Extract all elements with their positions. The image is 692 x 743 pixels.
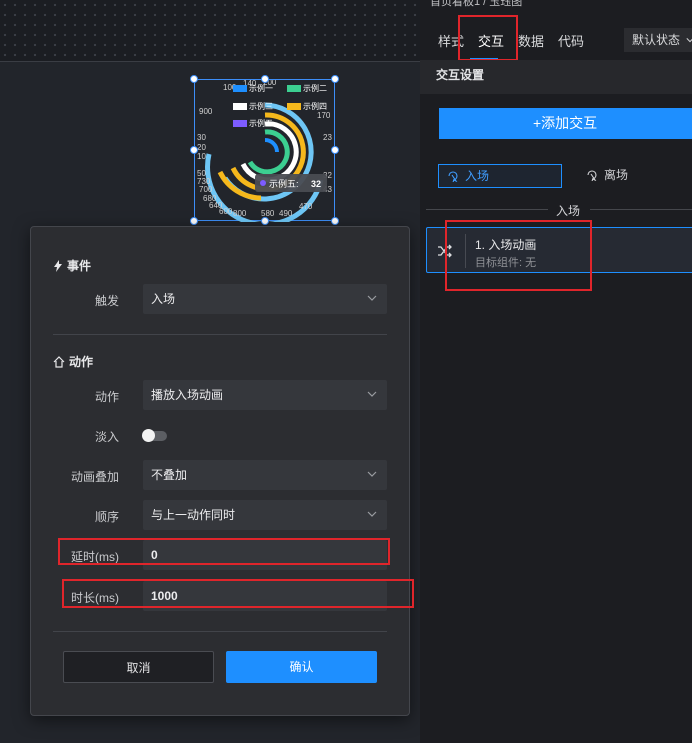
resize-handle-top-right[interactable] [331, 75, 339, 83]
legend-label: 示例五 [249, 118, 273, 128]
tick-label: 30 [197, 133, 206, 142]
resize-handle-bottom[interactable] [261, 217, 269, 225]
trigger-select[interactable]: 入场 [143, 284, 387, 314]
config-tabs: 样式 交互 数据 代码 默认状态 [420, 15, 692, 61]
fade-label: 淡入 [94, 430, 119, 444]
legend-swatch [287, 103, 301, 110]
tick-label: 170 [317, 111, 331, 120]
app-root: 100 140 200 900 30 20 10 50 730 700 680 … [0, 0, 692, 743]
legend-label: 示例二 [303, 83, 327, 93]
tick-label: 800 [233, 209, 247, 218]
trigger-label: 触发 [94, 294, 119, 308]
chevron-down-icon [367, 295, 377, 301]
chevron-down-icon [367, 391, 377, 397]
state-select[interactable]: 默认状态 [624, 28, 692, 52]
legend-swatch [287, 85, 301, 92]
confirm-button[interactable]: 确认 [226, 651, 377, 683]
chevron-down-icon [367, 511, 377, 517]
section-divider [53, 334, 387, 335]
tick-label: 600 [219, 207, 233, 216]
action-select[interactable]: 播放入场动画 [143, 380, 387, 410]
right-config-panel: 首页看板1 / 玉珏图 样式 交互 数据 代码 默认状态 交互设置 +添加交互 … [420, 0, 692, 743]
action-label: 动作 [94, 390, 119, 404]
tick-label: 900 [199, 107, 213, 116]
order-label: 顺序 [94, 510, 119, 524]
ring-chart: 100 140 200 900 30 20 10 50 730 700 680 … [197, 80, 332, 222]
tooltip-dot [260, 180, 266, 186]
highlight-box-duration [62, 579, 414, 608]
legend-swatch [233, 120, 247, 127]
tick-label: 490 [279, 209, 293, 218]
highlight-box-tab [458, 15, 518, 61]
section-header: 交互设置 [420, 60, 692, 94]
legend-swatch [233, 85, 247, 92]
legend-label: 示例三 [249, 101, 273, 111]
action-section-title: 动作 [53, 353, 93, 370]
interaction-edit-dialog: 事件 触发 入场 动作 动作 播放入场动画 淡入 动画叠加 不叠加 顺序 与上一… [30, 226, 414, 716]
tick-label: 23 [323, 133, 332, 142]
pointer-icon [448, 171, 458, 182]
cancel-button[interactable]: 取消 [63, 651, 214, 683]
jade-ring-chart-widget[interactable]: 100 140 200 900 30 20 10 50 730 700 680 … [190, 75, 339, 225]
phase-tab-enter[interactable]: 入场 [438, 164, 562, 188]
separator-line [426, 209, 548, 210]
overlay-label: 动画叠加 [70, 470, 119, 484]
legend-swatch [233, 103, 247, 110]
pointer-icon [587, 170, 597, 181]
resize-handle-left[interactable] [190, 146, 198, 154]
order-select[interactable]: 与上一动作同时 [143, 500, 387, 530]
separator-line [590, 209, 692, 210]
ring-arc [264, 138, 279, 153]
tick-label: 10 [197, 152, 206, 161]
tick-label: 20 [197, 143, 206, 152]
overlay-select[interactable]: 不叠加 [143, 460, 387, 490]
ruler-divider [0, 61, 420, 62]
resize-handle-right[interactable] [331, 146, 339, 154]
tab-code[interactable]: 代码 [558, 31, 584, 50]
ring-arc [247, 129, 290, 175]
footer-divider [53, 631, 387, 632]
chevron-down-icon [686, 38, 692, 43]
tab-data[interactable]: 数据 [518, 31, 544, 50]
phase-tab-leave[interactable]: 离场 [578, 164, 658, 188]
separator-label: 入场 [556, 204, 581, 218]
highlight-box-card [445, 220, 592, 291]
canvas-area[interactable]: 100 140 200 900 30 20 10 50 730 700 680 … [0, 0, 420, 743]
resize-handle-bottom-right[interactable] [331, 217, 339, 225]
resize-handle-top[interactable] [261, 75, 269, 83]
house-icon [53, 355, 65, 368]
fade-toggle[interactable] [142, 429, 167, 442]
resize-handle-bottom-left[interactable] [190, 217, 198, 225]
add-interaction-button[interactable]: +添加交互 [439, 108, 692, 139]
legend-label: 示例四 [303, 101, 327, 111]
toggle-knob [142, 429, 155, 442]
highlight-box-delay [58, 538, 390, 565]
event-section-title: 事件 [53, 257, 91, 274]
lightning-icon [54, 259, 62, 272]
chevron-down-icon [367, 471, 377, 477]
legend-label: 示例一 [249, 83, 273, 93]
tooltip-label: 示例五: [269, 178, 299, 189]
canvas-ruler [0, 0, 420, 62]
resize-handle-top-left[interactable] [190, 75, 198, 83]
tick-label: 700 [199, 185, 213, 194]
tooltip-value: 32 [311, 179, 321, 189]
tick-label: 470 [299, 202, 313, 211]
